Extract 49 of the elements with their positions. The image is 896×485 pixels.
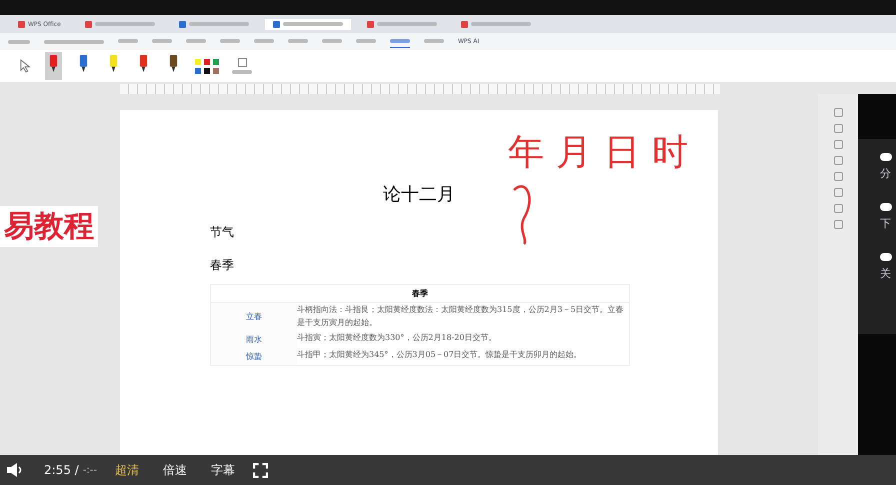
player-button[interactable]: 倍速 — [157, 462, 194, 478]
document-file-icon — [178, 20, 186, 28]
volume-icon[interactable] — [6, 462, 24, 478]
quick-access-icons[interactable] — [44, 40, 104, 44]
pdf-file-icon — [366, 20, 374, 28]
color-swatch[interactable] — [213, 68, 219, 74]
section-heading: 春季 — [210, 257, 235, 274]
color-swatch[interactable] — [204, 68, 210, 74]
marker-pen-icon — [169, 54, 178, 74]
handwritten-text: 时 — [652, 131, 688, 175]
logo-icon — [18, 20, 25, 28]
close-pen-button[interactable] — [232, 58, 252, 74]
panel-icon[interactable] — [880, 203, 892, 211]
panel-icon[interactable] — [880, 153, 892, 161]
document-file-icon — [272, 20, 280, 28]
color-swatch[interactable] — [213, 58, 219, 64]
table-cell-text: 斗指寅；太阳黄经度数为330°，公历2月18-20日交节。 — [297, 332, 498, 344]
playback-time: 2:55 / — [44, 463, 79, 477]
panel-label[interactable]: 关 — [880, 266, 896, 281]
overlay-caption: 易教程 — [0, 206, 98, 247]
table-cell: 惊蛰 — [211, 348, 297, 365]
pdf-file-icon — [84, 20, 92, 28]
table-cell: 雨水 — [211, 330, 297, 348]
panel-label[interactable]: 下 — [880, 216, 896, 231]
handwritten-text: 月 — [556, 131, 592, 175]
file-menu[interactable] — [8, 40, 30, 44]
panel-icon[interactable] — [880, 253, 892, 261]
marker-pen-icon — [49, 54, 58, 74]
color-swatch[interactable] — [195, 58, 201, 64]
table-cell: 立春 — [211, 303, 297, 331]
app-tab[interactable] — [264, 18, 351, 30]
table-cell-text: 斗柄指向法：斗指艮；太阳黄经度数法：太阳黄经度数为315度，公历2月3－5日交节。立春是干支历寅月的起始。 — [297, 304, 625, 329]
table-cell-text: 斗指甲；太阳黄经为345°，公历3月05－07日交节。惊蛰是干支历卯月的起始。 — [297, 348, 583, 361]
document-title: 论十二月 — [382, 183, 456, 206]
player-button[interactable]: 超清 — [109, 462, 146, 478]
color-swatch[interactable] — [204, 58, 210, 64]
panel-label[interactable]: 分 — [880, 166, 896, 181]
handwritten-text: 年 — [508, 131, 544, 175]
pointer-icon[interactable] — [20, 59, 32, 73]
marker-pen-icon — [79, 54, 88, 74]
marker-pen-icon — [109, 54, 118, 74]
marker-pen-icon — [139, 54, 148, 74]
player-button[interactable]: 字幕 — [205, 462, 242, 478]
handwritten-text: 日 — [604, 131, 640, 175]
fullscreen-icon[interactable] — [253, 462, 268, 478]
section-heading: 节气 — [210, 224, 235, 241]
pdf-file-icon — [460, 20, 468, 28]
color-swatch[interactable] — [195, 68, 201, 74]
video-duration: -:-- — [82, 464, 98, 476]
